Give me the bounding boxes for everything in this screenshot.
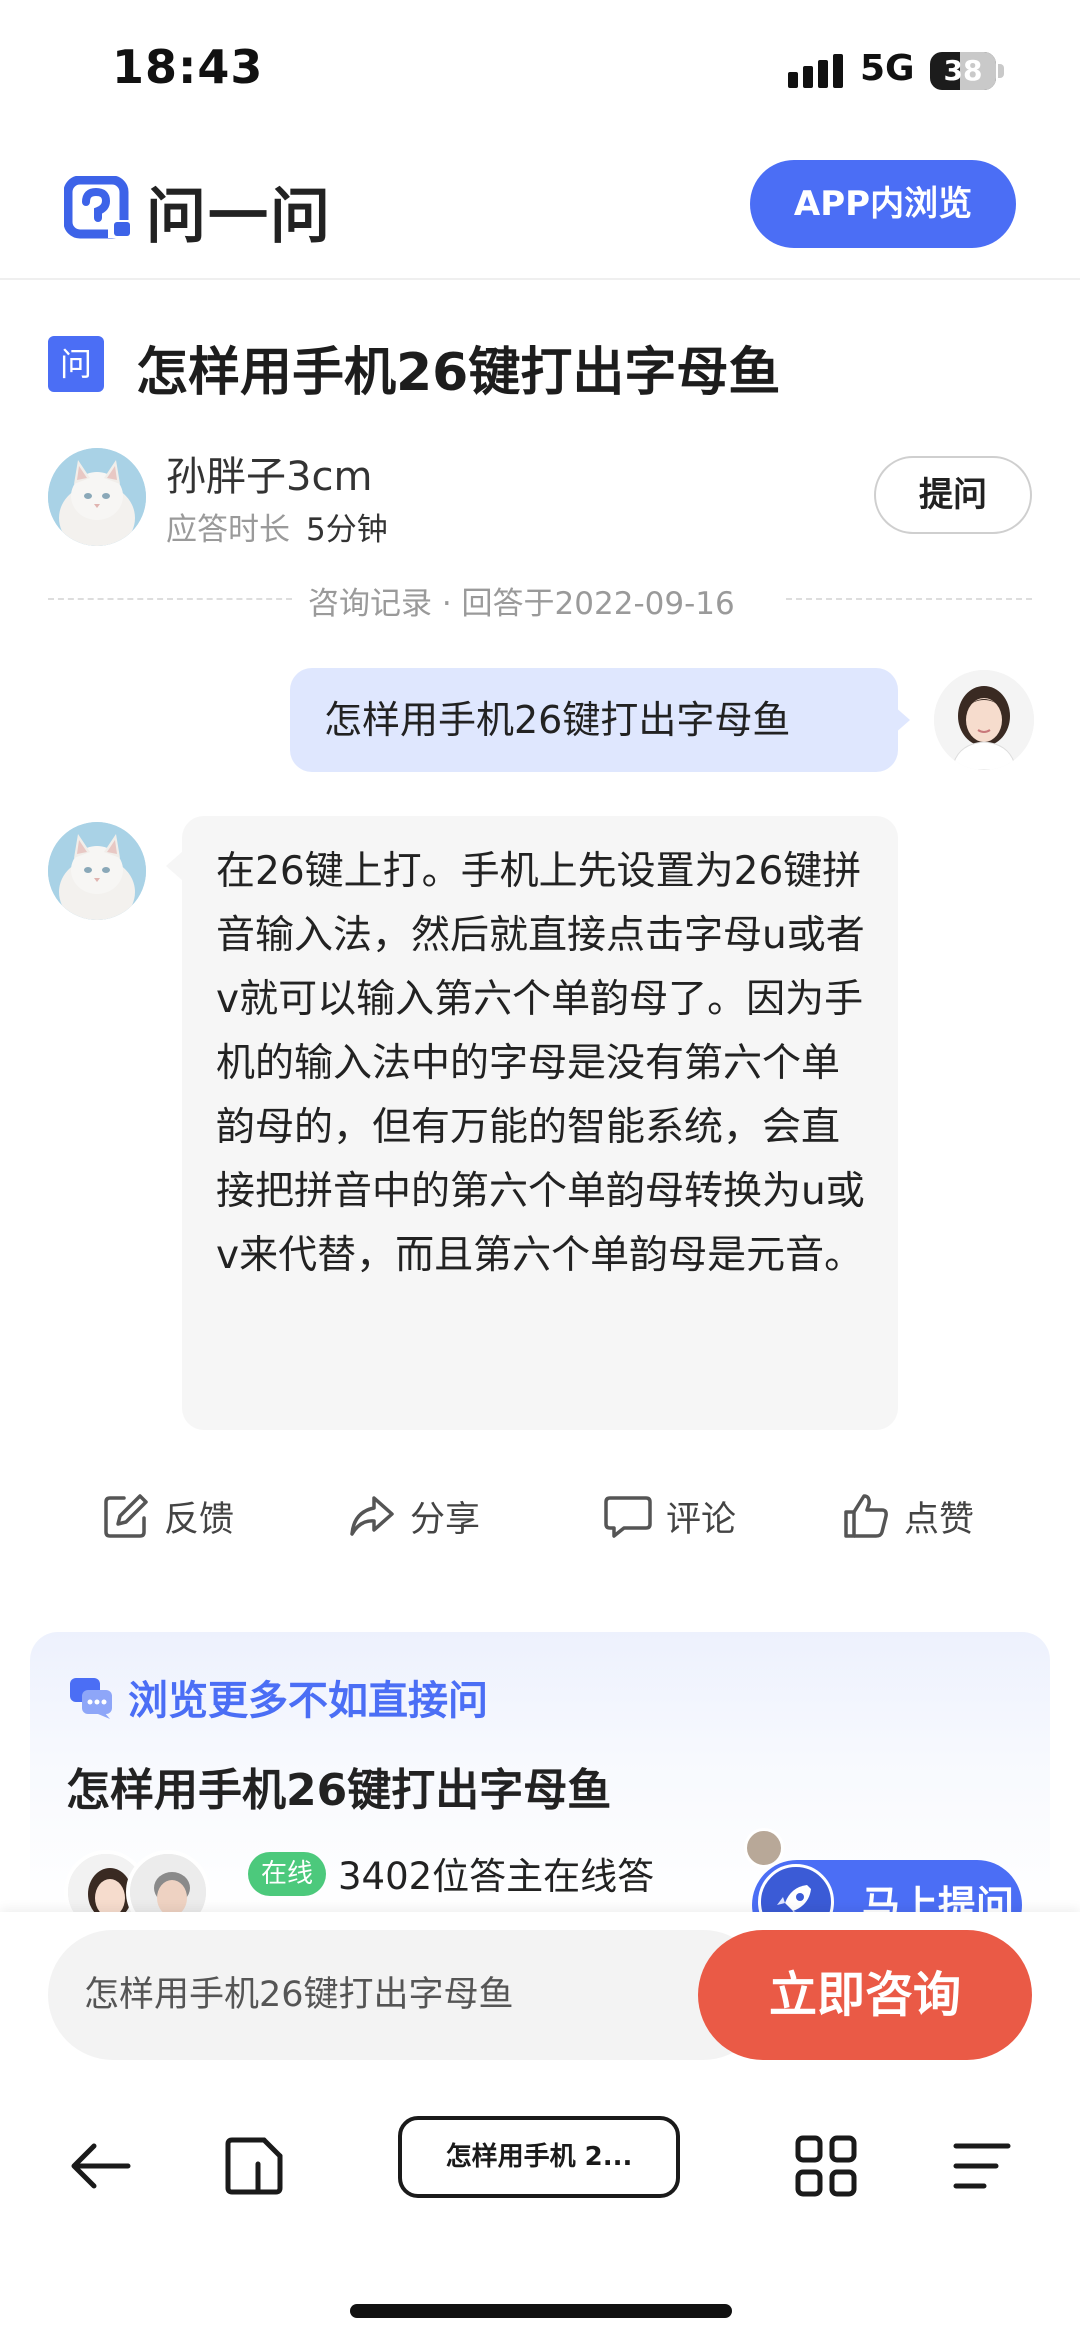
share-button[interactable]: 分享 bbox=[346, 1486, 480, 1546]
feedback-label: 反馈 bbox=[164, 1499, 235, 1540]
cat-avatar-image bbox=[48, 822, 146, 920]
feedback-button[interactable]: 反馈 bbox=[100, 1486, 234, 1546]
ask-question-button[interactable]: 提问 bbox=[874, 456, 1032, 534]
small-avatar bbox=[744, 1828, 784, 1868]
answer-text: 在26键上打。手机上先设置为26键拼音输入法，然后就直接点击字母u或者v就可以输… bbox=[216, 849, 865, 1278]
site-header: 问一问 APP内浏览 bbox=[0, 140, 1080, 280]
chat-bubbles-icon bbox=[70, 1678, 112, 1719]
answerer-avatar[interactable] bbox=[48, 448, 146, 546]
consult-bar: 怎样用手机26键打出字母鱼 立即咨询 bbox=[0, 1912, 1080, 2072]
question-title: 怎样用手机26键打出字母鱼 bbox=[136, 343, 781, 403]
recommend-card[interactable]: 浏览更多不如直接问 怎样用手机26键打出字母鱼 在线 3402位答主在线答 马上… bbox=[30, 1632, 1050, 1912]
signal-icon bbox=[788, 54, 843, 88]
rocket-glyph bbox=[777, 1885, 811, 1912]
consult-record-label: 咨询记录 · 回答于2022-09-16 bbox=[308, 586, 735, 622]
online-badge: 在线 bbox=[248, 1852, 326, 1896]
question-badge: 问 bbox=[48, 336, 104, 392]
status-time: 18:43 bbox=[112, 40, 264, 94]
edit-icon bbox=[104, 1494, 148, 1538]
answer-avatar[interactable] bbox=[48, 822, 146, 920]
share-label: 分享 bbox=[410, 1499, 481, 1540]
logo-text[interactable]: 问一问 bbox=[146, 168, 332, 255]
rocket-icon bbox=[758, 1864, 834, 1912]
user-avatar bbox=[934, 670, 1034, 770]
divider-right bbox=[786, 598, 1032, 600]
comment-icon bbox=[604, 1496, 652, 1538]
bookmark-tab-icon[interactable] bbox=[220, 2130, 292, 2202]
like-button[interactable]: 点赞 bbox=[840, 1486, 974, 1546]
open-in-app-button[interactable]: APP内浏览 bbox=[750, 160, 1016, 248]
user-message-bubble: 怎样用手机26键打出字母鱼 bbox=[290, 668, 898, 772]
online-experts-count: 3402位答主在线答 bbox=[338, 1855, 655, 1898]
consult-input[interactable]: 怎样用手机26键打出字母鱼 bbox=[48, 1930, 768, 2060]
expert-avatar-image bbox=[130, 1854, 206, 1912]
divider-left bbox=[48, 598, 292, 600]
answer-message-bubble: 在26键上打。手机上先设置为26键拼音输入法，然后就直接点击字母u或者v就可以输… bbox=[182, 816, 898, 1430]
share-icon bbox=[350, 1496, 394, 1536]
battery-icon: 38 bbox=[930, 52, 996, 90]
answer-duration-label: 应答时长 bbox=[166, 512, 290, 548]
answer-bubble-tail bbox=[166, 852, 182, 880]
battery-cap bbox=[998, 64, 1004, 78]
user-bubble-tail bbox=[894, 706, 910, 734]
consult-now-button[interactable]: 立即咨询 bbox=[698, 1930, 1032, 2060]
expert-avatar-2 bbox=[126, 1850, 210, 1912]
like-label: 点赞 bbox=[904, 1499, 975, 1540]
apps-grid-icon[interactable] bbox=[790, 2130, 862, 2202]
answer-duration-value: 5分钟 bbox=[306, 512, 388, 548]
menu-icon[interactable] bbox=[946, 2130, 1018, 2202]
cat-avatar-image bbox=[48, 448, 146, 546]
current-tab[interactable]: 怎样用手机 2... bbox=[398, 2116, 680, 2198]
browser-toolbar: 怎样用手机 2... bbox=[0, 2072, 1080, 2337]
thumbs-up-icon bbox=[844, 1494, 888, 1538]
user-avatar-image bbox=[934, 670, 1034, 770]
back-arrow-icon[interactable] bbox=[64, 2130, 136, 2202]
network-type: 5G bbox=[860, 48, 915, 89]
logo-icon[interactable] bbox=[64, 176, 136, 240]
comment-button[interactable]: 评论 bbox=[602, 1486, 736, 1546]
home-indicator[interactable] bbox=[350, 2304, 732, 2318]
status-bar: 18:43 5G 38 bbox=[0, 0, 1080, 140]
recommend-heading: 浏览更多不如直接问 bbox=[128, 1678, 488, 1724]
battery-level: 38 bbox=[943, 54, 983, 87]
answerer-name[interactable]: 孙胖子3cm bbox=[166, 444, 372, 502]
comment-label: 评论 bbox=[666, 1499, 737, 1540]
recommend-title[interactable]: 怎样用手机26键打出字母鱼 bbox=[66, 1754, 611, 1818]
